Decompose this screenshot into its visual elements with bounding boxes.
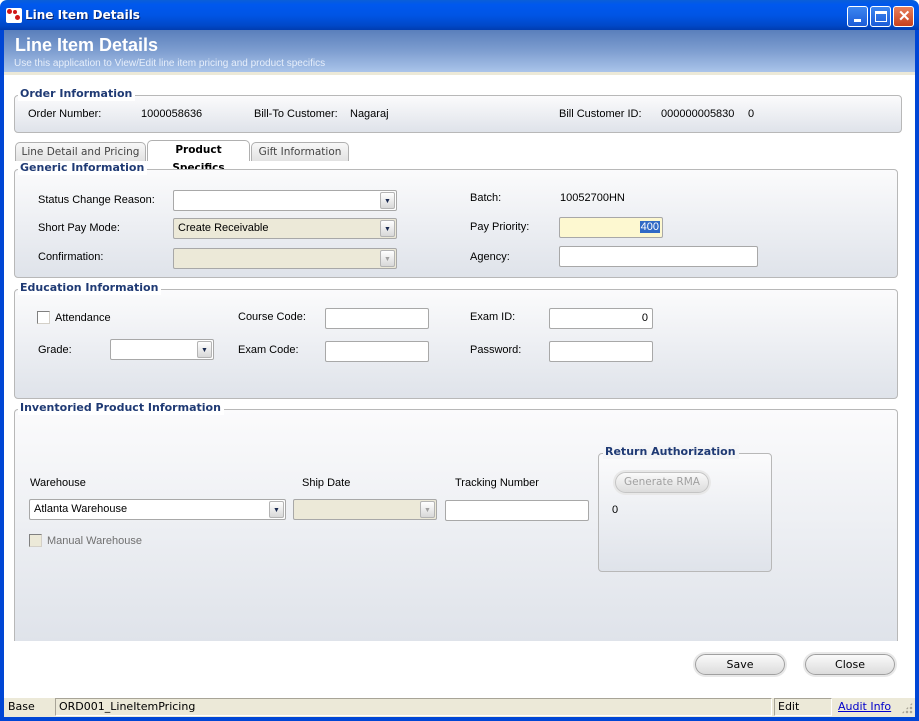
- audit-info-link-text[interactable]: Audit Info: [838, 700, 891, 713]
- course-code-input[interactable]: [325, 308, 429, 329]
- pay-priority-label: Pay Priority:: [470, 221, 530, 233]
- page-title: Line Item Details: [15, 35, 159, 55]
- close-button[interactable]: Close: [805, 654, 895, 675]
- window-border-bottom: [0, 717, 919, 721]
- password-input[interactable]: [549, 341, 653, 362]
- pay-priority-input[interactable]: 400: [559, 217, 663, 238]
- status-change-reason-label: Status Change Reason:: [38, 194, 155, 206]
- warehouse-dropdown[interactable]: Atlanta Warehouse ▼: [29, 499, 286, 520]
- generate-rma-button: Generate RMA: [615, 472, 709, 493]
- maximize-icon: [875, 11, 887, 22]
- page-subtitle: Use this application to View/Edit line i…: [14, 58, 326, 69]
- chevron-down-icon: ▼: [420, 501, 435, 518]
- attendance-checkbox[interactable]: [37, 311, 50, 324]
- confirmation-dropdown: ▼: [173, 248, 397, 269]
- manual-warehouse-checkbox: [29, 534, 42, 547]
- grade-label: Grade:: [38, 344, 72, 356]
- exam-id-label: Exam ID:: [470, 311, 516, 323]
- confirmation-label: Confirmation:: [38, 251, 104, 263]
- audit-info-link[interactable]: Audit Info: [838, 700, 891, 713]
- generic-information-legend: Generic Information: [18, 161, 148, 175]
- exam-code-input[interactable]: [325, 341, 429, 362]
- exam-id-value: 0: [641, 312, 648, 324]
- batch-value: 10052700HN: [560, 192, 625, 204]
- bill-to-customer-value: Nagaraj: [350, 108, 389, 120]
- exam-id-input[interactable]: 0: [549, 308, 653, 329]
- password-label: Password:: [470, 344, 522, 356]
- education-information-legend: Education Information: [18, 281, 162, 295]
- batch-label: Batch:: [470, 192, 502, 204]
- agency-input[interactable]: [559, 246, 758, 267]
- short-pay-mode-dropdown[interactable]: Create Receivable ▼: [173, 218, 397, 239]
- order-information-legend: Order Information: [18, 87, 136, 101]
- tab-gift-information[interactable]: Gift Information: [251, 142, 349, 161]
- warehouse-label: Warehouse: [30, 477, 86, 489]
- bill-customer-id-label: Bill Customer ID:: [559, 108, 642, 120]
- status-base: Base: [8, 700, 35, 713]
- window-border-right: [915, 30, 919, 721]
- close-window-button[interactable]: ✕: [893, 6, 914, 27]
- tab-product-specifics[interactable]: Product Specifics: [147, 140, 250, 174]
- tracking-number-input[interactable]: [445, 500, 589, 521]
- agency-label: Agency:: [470, 251, 510, 263]
- course-code-label: Course Code:: [238, 311, 306, 323]
- short-pay-mode-value: Create Receivable: [178, 222, 269, 234]
- warehouse-value: Atlanta Warehouse: [34, 503, 128, 515]
- ship-date-picker: ▼: [293, 499, 437, 520]
- order-number-label: Order Number:: [28, 108, 102, 120]
- rma-value: 0: [612, 504, 619, 516]
- attendance-label: Attendance: [55, 312, 111, 324]
- status-mode: Edit: [774, 698, 832, 716]
- bill-to-customer-label: Bill-To Customer:: [254, 108, 338, 120]
- maximize-button[interactable]: [870, 6, 891, 27]
- exam-code-label: Exam Code:: [238, 344, 299, 356]
- window-title: Line Item Details: [25, 8, 140, 22]
- chevron-down-icon[interactable]: ▼: [380, 192, 395, 209]
- grade-dropdown[interactable]: ▼: [110, 339, 214, 360]
- pay-priority-value: 400: [639, 221, 660, 233]
- manual-warehouse-label: Manual Warehouse: [47, 535, 142, 547]
- chevron-down-icon[interactable]: ▼: [197, 341, 212, 358]
- minimize-button[interactable]: [847, 6, 868, 27]
- order-number-value: 1000058636: [141, 108, 203, 120]
- save-button[interactable]: Save: [695, 654, 785, 675]
- bill-customer-id-suffix: 0: [748, 108, 755, 120]
- bill-customer-id-value: 000000005830: [661, 108, 735, 120]
- return-authorization-legend: Return Authorization: [603, 445, 739, 459]
- tracking-number-label: Tracking Number: [455, 477, 539, 489]
- close-icon: ✕: [898, 8, 911, 25]
- status-change-reason-dropdown[interactable]: ▼: [173, 190, 397, 211]
- minimize-icon: [854, 19, 861, 22]
- window-border-left: [0, 30, 4, 721]
- status-screen-id: ORD001_LineItemPricing: [55, 698, 772, 716]
- ship-date-label: Ship Date: [302, 477, 351, 489]
- short-pay-mode-label: Short Pay Mode:: [38, 222, 120, 234]
- chevron-down-icon[interactable]: ▼: [269, 501, 284, 518]
- tab-line-detail-and-pricing[interactable]: Line Detail and Pricing: [15, 142, 146, 161]
- generic-information-group: [14, 169, 898, 278]
- chevron-down-icon[interactable]: ▼: [380, 220, 395, 237]
- chevron-down-icon: ▼: [380, 250, 395, 267]
- return-authorization-group: [598, 453, 772, 572]
- inventoried-product-legend: Inventoried Product Information: [18, 401, 224, 415]
- app-icon: [6, 8, 22, 23]
